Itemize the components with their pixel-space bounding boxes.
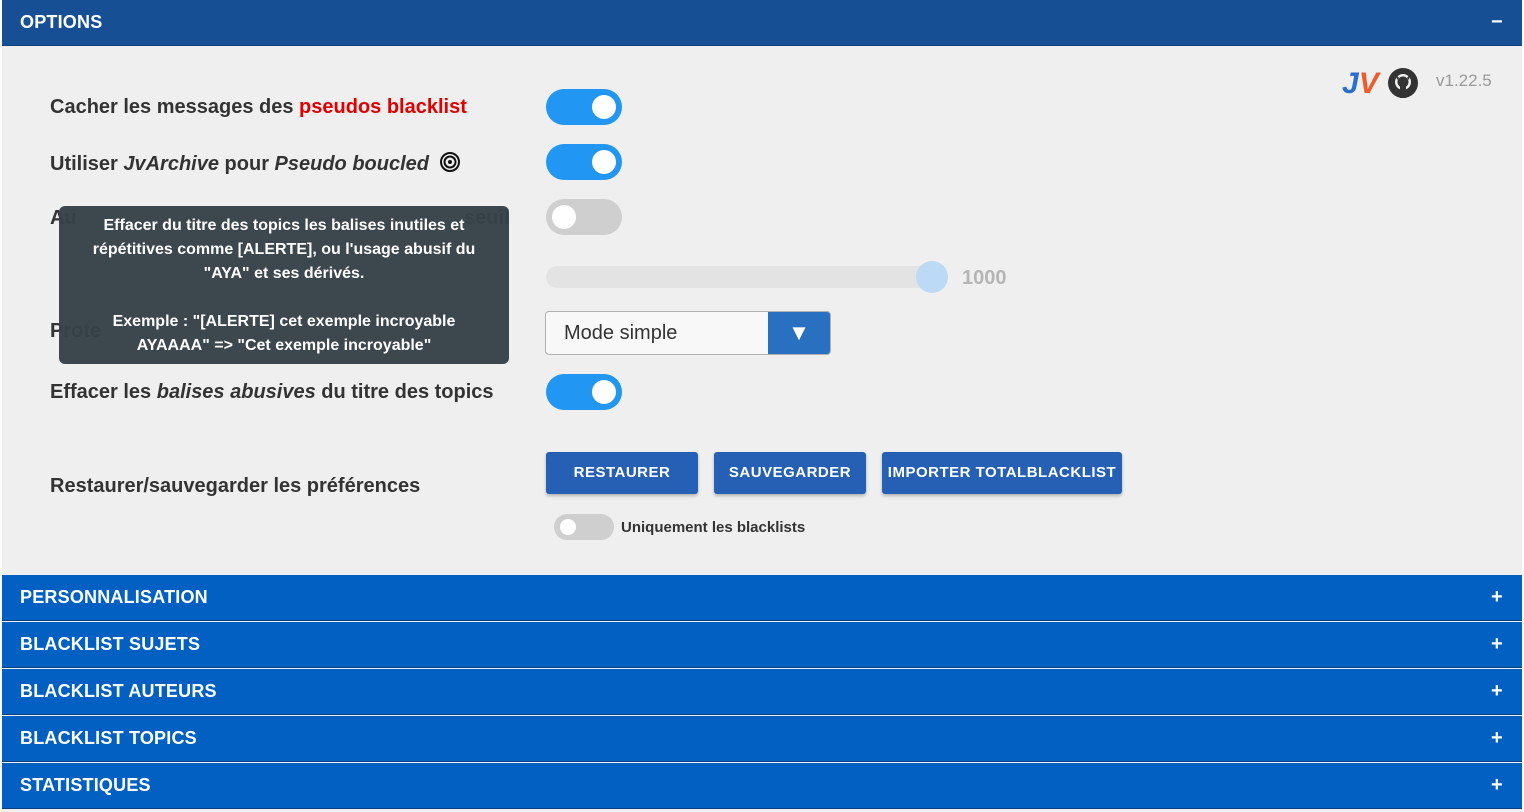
only-blacklists-toggle[interactable] [554, 514, 614, 540]
pseudo-boucled: Pseudo boucled [274, 153, 429, 175]
jv-logo-icon[interactable]: JV [1342, 66, 1428, 100]
abusive-tags-toggle[interactable] [546, 374, 622, 410]
threshold-slider-thumb[interactable] [916, 261, 948, 293]
blacklist-topics-header[interactable]: BLACKLIST TOPICS + [2, 716, 1522, 762]
restore-save-label: Restaurer/sauvegarder les préférences [50, 475, 421, 497]
jvarchive-label: Utiliser JvArchive pour Pseudo boucled [50, 151, 461, 176]
save-button[interactable]: SAUVEGARDER [714, 452, 866, 494]
blacklist-auteurs-title: BLACKLIST AUTEURS [20, 681, 217, 701]
statistiques-title: STATISTIQUES [20, 775, 151, 795]
personnalisation-header[interactable]: PERSONNALISATION + [2, 575, 1522, 621]
threshold-slider-track[interactable] [546, 266, 932, 288]
hide-blacklist-toggle[interactable] [546, 89, 622, 125]
auto-option-toggle[interactable] [546, 199, 622, 235]
tooltip-line-3: "AYA" et ses dérivés. [203, 265, 365, 282]
mode-select[interactable]: Mode simple ▼ [545, 311, 831, 355]
jvarchive-mid: pour [218, 153, 275, 175]
personnalisation-title: PERSONNALISATION [20, 587, 208, 607]
threshold-value: 1000 [962, 267, 1007, 289]
expand-icon[interactable]: + [1490, 774, 1504, 797]
blacklist-sujets-title: BLACKLIST SUJETS [20, 634, 201, 654]
blacklist-sujets-header[interactable]: BLACKLIST SUJETS + [2, 622, 1522, 668]
restore-button[interactable]: RESTAURER [546, 452, 698, 494]
import-totalblacklist-button[interactable]: IMPORTER TOTALBLACKLIST [882, 452, 1122, 494]
tooltip-line-5: AYAAAA" => "Cet exemple incroyable" [136, 337, 432, 354]
expand-icon[interactable]: + [1490, 586, 1504, 609]
expand-icon[interactable]: + [1490, 633, 1504, 656]
dropdown-arrow-icon[interactable]: ▼ [768, 312, 830, 354]
mode-select-value: Mode simple [564, 322, 678, 344]
abusive-tags-pre: Effacer les [50, 381, 157, 403]
options-header[interactable]: OPTIONS − [2, 0, 1522, 46]
version-label: v1.22.5 [1436, 71, 1492, 90]
abusive-tags-post: du titre des topics [315, 381, 494, 403]
jvarchive-toggle[interactable] [546, 144, 622, 180]
jvarchive-name: JvArchive [123, 153, 219, 175]
svg-text:JV: JV [1342, 67, 1382, 100]
logo-area: JV [1342, 66, 1428, 100]
tooltip-line-1: Effacer du titre des topics les balises … [103, 217, 465, 234]
hide-blacklist-label: Cacher les messages des pseudos blacklis… [50, 96, 467, 119]
expand-icon[interactable]: + [1490, 727, 1504, 750]
tooltip-line-2: répétitives comme [ALERTE], ou l'usage a… [92, 241, 476, 258]
options-panel: OPTIONS − JV v1.22.5 Cacher les messages… [2, 0, 1522, 812]
blacklist-topics-title: BLACKLIST TOPICS [20, 728, 197, 748]
github-icon [1388, 68, 1418, 98]
only-blacklists-label: Uniquement les blacklists [621, 519, 806, 536]
collapse-icon[interactable]: − [1490, 11, 1504, 34]
spiral-icon [439, 152, 460, 172]
blacklist-auteurs-header[interactable]: BLACKLIST AUTEURS + [2, 669, 1522, 715]
statistiques-header[interactable]: STATISTIQUES + [2, 763, 1522, 809]
hide-blacklist-highlight: pseudos blacklist [299, 96, 467, 118]
tooltip-line-4: Exemple : "[ALERTE] cet exemple incroyab… [112, 313, 456, 330]
abusive-tags-tooltip: Effacer du titre des topics les balises … [59, 206, 509, 364]
options-header-title: OPTIONS [20, 12, 103, 32]
hide-blacklist-prefix: Cacher les messages des [50, 96, 300, 118]
abusive-tags-italic: balises abusives [156, 381, 316, 403]
jvarchive-pre: Utiliser [50, 153, 124, 175]
abusive-tags-label: Effacer les balises abusives du titre de… [50, 381, 494, 404]
expand-icon[interactable]: + [1490, 680, 1504, 703]
